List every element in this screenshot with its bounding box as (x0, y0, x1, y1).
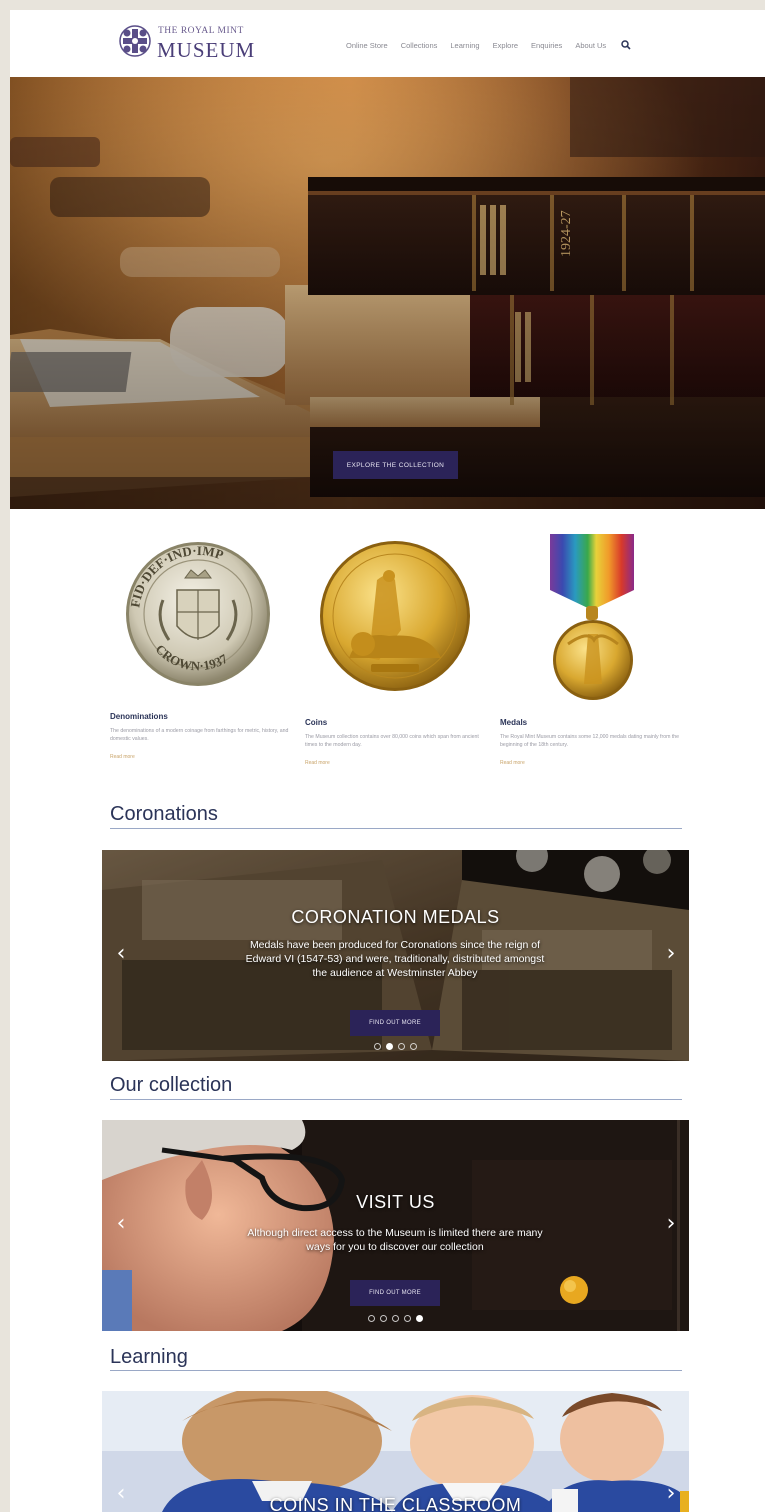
site-logo[interactable]: THE ROYAL MINT MUSEUM (118, 20, 258, 66)
victory-medal-image (550, 534, 634, 700)
category-desc-medals: The Royal Mint Museum contains some 12,0… (500, 734, 680, 748)
find-out-more-button[interactable]: FIND OUT MORE (350, 1280, 440, 1306)
carousel-dot[interactable] (404, 1315, 411, 1322)
nav-explore[interactable]: Explore (493, 41, 518, 50)
carousel-dot-active[interactable] (416, 1315, 423, 1322)
search-icon[interactable] (621, 40, 631, 50)
chevron-left-icon[interactable]: ‹ (112, 1483, 130, 1505)
slide-title: VISIT US (356, 1192, 435, 1212)
carousel-dot[interactable] (368, 1315, 375, 1322)
site-header: THE ROYAL MINT MUSEUM Online Store Colle… (10, 10, 765, 77)
carousel-dot[interactable] (398, 1043, 405, 1050)
carousel-dots (102, 1043, 689, 1050)
category-more-denominations[interactable]: Read more (110, 754, 135, 760)
section-divider (110, 1370, 682, 1371)
chevron-left-icon[interactable]: ‹ (112, 1213, 130, 1235)
carousel-dot[interactable] (374, 1043, 381, 1050)
carousel-dot[interactable] (392, 1315, 399, 1322)
chevron-right-icon[interactable]: › (662, 943, 680, 965)
collection-carousel: VISIT US Although direct access to the M… (102, 1120, 689, 1331)
nav-online-store[interactable]: Online Store (346, 41, 388, 50)
hero-banner: 1924-27 EXPLORE THE COLLECTION (10, 77, 765, 509)
chevron-right-icon[interactable]: › (662, 1213, 680, 1235)
gold-coin-image (320, 541, 470, 691)
coronations-carousel: CORONATION MEDALS Medals have been produ… (102, 850, 689, 1061)
carousel-dot[interactable] (380, 1315, 387, 1322)
section-title-coronations: Coronations (110, 803, 218, 825)
slide-text: Although direct access to the Museum is … (247, 1227, 543, 1253)
nav-enquiries[interactable]: Enquiries (531, 41, 562, 50)
category-desc-denominations: The denominations of a modern coinage fr… (110, 728, 289, 742)
classroom-image (102, 1391, 689, 1512)
learning-carousel: COINS IN THE CLASSROOM ‹ › (102, 1391, 689, 1512)
carousel-dots (102, 1315, 689, 1322)
main-nav: Online Store Collections Learning Explor… (346, 40, 631, 50)
page: THE ROYAL MINT MUSEUM Online Store Colle… (10, 10, 765, 1512)
category-more-medals[interactable]: Read more (500, 760, 525, 766)
carousel-dot-active[interactable] (386, 1043, 393, 1050)
nav-about-us[interactable]: About Us (575, 41, 606, 50)
section-divider (110, 1099, 682, 1100)
nav-collections[interactable]: Collections (401, 41, 438, 50)
section-title-collection: Our collection (110, 1074, 233, 1096)
category-title-medals[interactable]: Medals (500, 718, 527, 727)
section-divider (110, 828, 682, 829)
slide-title: COINS IN THE CLASSROOM (269, 1495, 522, 1512)
section-title-learning: Learning (110, 1346, 188, 1368)
chevron-right-icon[interactable]: › (662, 1483, 680, 1505)
hero-books-image: 1924-27 (10, 77, 765, 509)
royal-crest-icon (119, 25, 151, 57)
carousel-dot[interactable] (410, 1043, 417, 1050)
category-more-coins[interactable]: Read more (305, 760, 330, 766)
slide-text: Medals have been produced for Coronation… (245, 939, 545, 979)
explore-collection-button[interactable]: EXPLORE THE COLLECTION (333, 451, 458, 479)
crown-coin-image: FID·DEF·IND·IMP CROWN·1937 (126, 542, 270, 686)
logo-tagline: THE ROYAL MINT (158, 26, 244, 36)
category-title-coins[interactable]: Coins (305, 718, 327, 727)
find-out-more-button[interactable]: FIND OUT MORE (350, 1010, 440, 1036)
logo-wordmark: MUSEUM (157, 38, 256, 62)
chevron-left-icon[interactable]: ‹ (112, 943, 130, 965)
slide-title: CORONATION MEDALS (291, 907, 500, 927)
category-title-denominations[interactable]: Denominations (110, 712, 168, 721)
category-desc-coins: The Museum collection contains over 80,0… (305, 734, 479, 748)
nav-learning[interactable]: Learning (450, 41, 479, 50)
